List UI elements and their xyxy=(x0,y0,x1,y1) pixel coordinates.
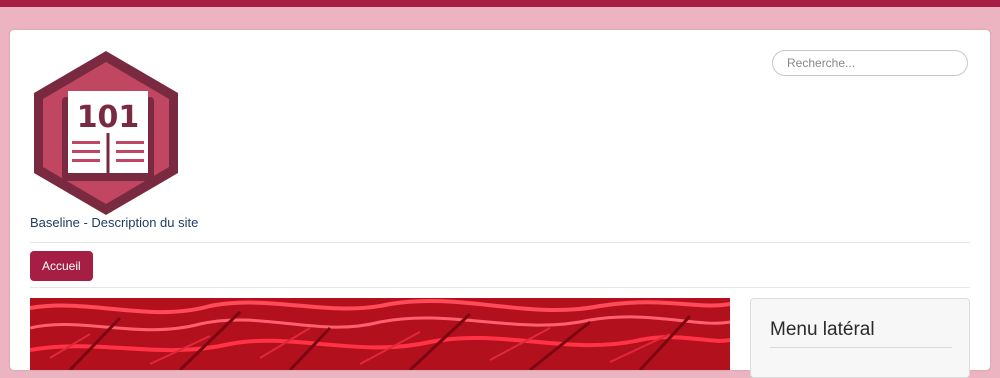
page-container: 101 Baseline - Description du site Accue… xyxy=(10,30,990,378)
sidebar-divider xyxy=(770,347,952,348)
header-divider xyxy=(30,242,970,243)
nav-divider xyxy=(30,287,970,288)
site-baseline: Baseline - Description du site xyxy=(30,215,199,230)
nav-home-button[interactable]: Accueil xyxy=(30,251,93,281)
site-logo[interactable]: 101 xyxy=(30,49,182,217)
sidebar-panel: Menu latéral xyxy=(750,298,970,378)
top-accent-bar xyxy=(0,0,1000,7)
search-input[interactable] xyxy=(772,50,968,76)
logo-number: 101 xyxy=(77,100,140,135)
hero-image xyxy=(30,298,730,370)
sidebar-title: Menu latéral xyxy=(770,319,875,340)
